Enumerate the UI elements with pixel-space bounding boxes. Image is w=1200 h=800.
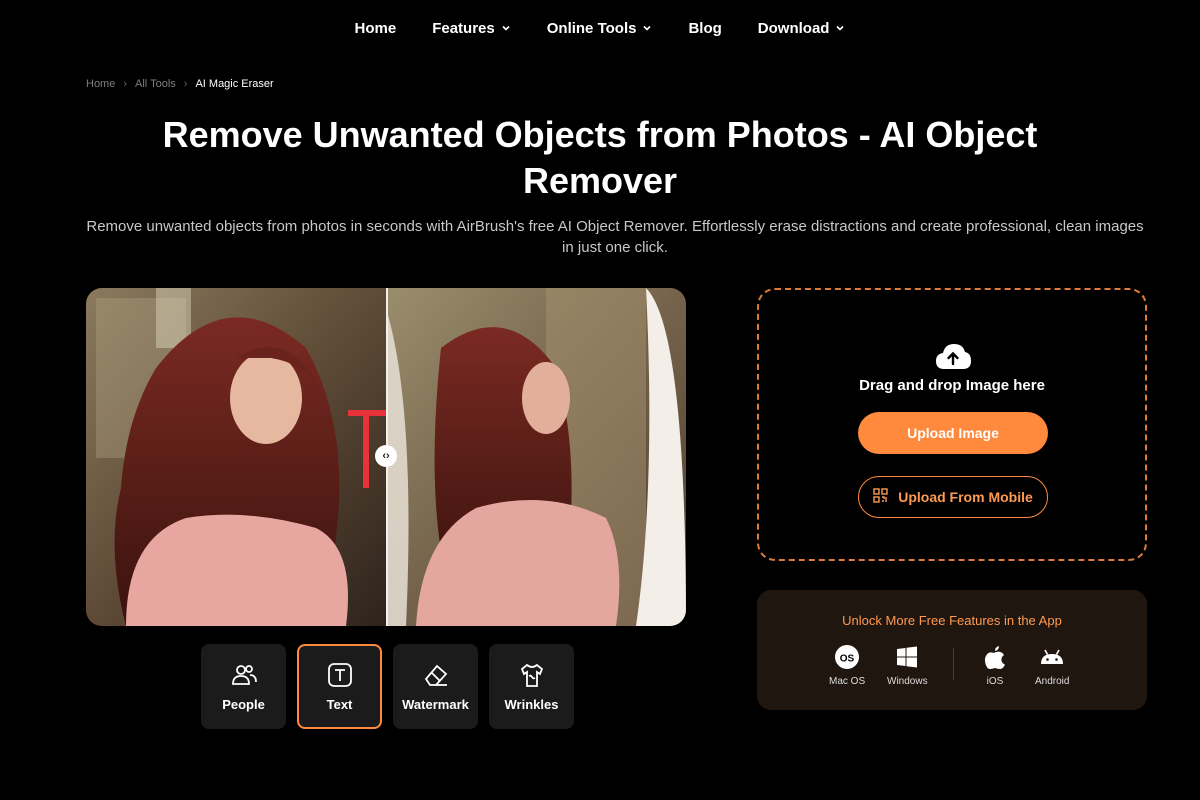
platform-android[interactable]: Android xyxy=(1035,644,1069,687)
cloud-upload-icon xyxy=(934,342,972,372)
chevron-down-icon xyxy=(642,23,652,33)
app-panel-heading: Unlock More Free Features in the App xyxy=(842,613,1062,628)
svg-text:OS: OS xyxy=(840,654,855,665)
category-label: People xyxy=(222,697,265,712)
category-wrinkles[interactable]: Wrinkles xyxy=(489,644,574,729)
category-watermark[interactable]: Watermark xyxy=(393,644,478,729)
upload-image-label: Upload Image xyxy=(907,425,999,441)
upload-from-mobile-label: Upload From Mobile xyxy=(898,489,1033,505)
platform-label: Android xyxy=(1035,676,1070,687)
category-label: Watermark xyxy=(402,697,469,712)
chevron-down-icon xyxy=(835,23,845,33)
nav-online-tools[interactable]: Online Tools xyxy=(547,20,653,37)
page-subtitle: Remove unwanted objects from photos in s… xyxy=(86,218,1144,256)
category-people[interactable]: People xyxy=(201,644,286,729)
drag-drop-text: Drag and drop Image here xyxy=(859,377,1045,394)
app-download-panel: Unlock More Free Features in the App OS … xyxy=(757,590,1147,710)
chevron-down-icon xyxy=(501,23,511,33)
category-label: Wrinkles xyxy=(504,697,559,712)
platform-label: Mac OS xyxy=(829,676,866,687)
platform-divider xyxy=(953,648,954,680)
upload-from-mobile-button[interactable]: Upload From Mobile xyxy=(858,476,1048,518)
macos-icon: OS xyxy=(834,644,860,670)
breadcrumb-current: AI Magic Eraser xyxy=(195,78,274,90)
platform-windows[interactable]: Windows xyxy=(887,644,928,687)
platform-macos[interactable]: OS Mac OS xyxy=(829,644,865,687)
top-nav: Home Features Online Tools Blog Download xyxy=(0,0,1200,56)
qr-code-icon xyxy=(873,488,888,506)
shirt-icon xyxy=(518,661,546,689)
nav-download[interactable]: Download xyxy=(758,20,846,37)
nav-features[interactable]: Features xyxy=(432,20,511,37)
breadcrumb-all-tools[interactable]: All Tools xyxy=(135,78,176,90)
text-icon xyxy=(326,661,354,689)
upload-image-button[interactable]: Upload Image xyxy=(858,412,1048,454)
category-label: Text xyxy=(326,697,353,712)
platform-ios[interactable]: iOS xyxy=(982,644,1008,687)
nav-blog[interactable]: Blog xyxy=(688,20,721,37)
category-tiles: People Text Watermark Wrinkles xyxy=(201,644,574,729)
android-icon xyxy=(1039,644,1065,670)
apple-icon xyxy=(982,644,1008,670)
category-text[interactable]: Text xyxy=(297,644,382,729)
before-after-image[interactable]: ‹› xyxy=(86,288,686,626)
breadcrumb: Home › All Tools › AI Magic Eraser xyxy=(86,78,274,90)
windows-icon xyxy=(894,644,920,670)
people-icon xyxy=(230,661,258,689)
nav-home[interactable]: Home xyxy=(355,20,397,37)
page-title: Remove Unwanted Objects from Photos - AI… xyxy=(162,114,1038,201)
chevron-right-icon: › xyxy=(123,78,128,90)
upload-dropzone[interactable]: Drag and drop Image here Upload Image Up… xyxy=(757,288,1147,561)
platform-label: iOS xyxy=(986,676,1004,687)
eraser-icon xyxy=(422,661,450,689)
platform-label: Windows xyxy=(887,676,928,687)
arrows-left-right-icon[interactable]: ‹› xyxy=(375,445,397,467)
breadcrumb-home[interactable]: Home xyxy=(86,78,115,90)
chevron-right-icon: › xyxy=(183,78,188,90)
